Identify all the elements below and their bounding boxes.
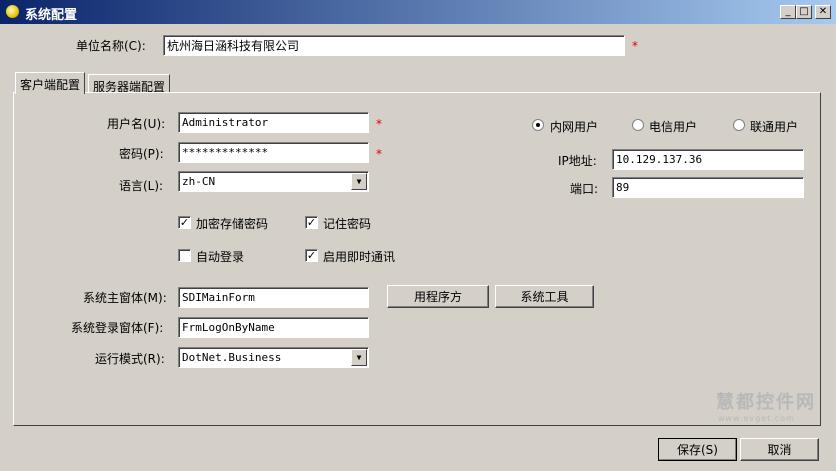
username-input[interactable] <box>178 112 369 133</box>
radio-telecom-label: 电信用户 <box>649 120 698 134</box>
system-config-dialog: 系统配置 _ □ ✕ 单位名称(C): * 客户端配置 服务器端配置 用户名(U… <box>0 0 836 471</box>
password-label: 密码(P): <box>119 147 164 161</box>
company-label: 单位名称(C): <box>76 39 146 53</box>
app-prescription-button[interactable]: 用程序方 <box>387 285 489 308</box>
ip-label: IP地址: <box>558 154 597 168</box>
instant-messaging-checkbox[interactable]: ✓ <box>305 249 318 262</box>
encrypt-password-checkbox[interactable]: ✓ <box>178 216 191 229</box>
close-button[interactable]: ✕ <box>815 5 831 19</box>
username-label: 用户名(U): <box>107 117 166 131</box>
radio-telecom-user[interactable] <box>632 119 644 131</box>
save-button[interactable]: 保存(S) <box>658 438 737 461</box>
watermark-sub: www.evget.com <box>718 414 795 423</box>
password-input[interactable] <box>178 142 369 163</box>
remember-password-label: 记住密码 <box>323 217 372 231</box>
main-form-input[interactable] <box>178 287 369 308</box>
language-label: 语言(L): <box>119 179 164 193</box>
port-input[interactable] <box>612 177 804 198</box>
radio-unicom-label: 联通用户 <box>750 120 799 134</box>
language-value: zh-CN <box>182 175 216 188</box>
client-config-panel: 用户名(U): * 密码(P): * 语言(L): zh-CN ▼ ✓ 加密存储… <box>13 92 821 426</box>
window-title: 系统配置 <box>25 8 78 23</box>
radio-intranet-label: 内网用户 <box>550 120 599 134</box>
instant-messaging-label: 启用即时通讯 <box>323 250 396 264</box>
run-mode-select[interactable]: DotNet.Business ▼ <box>178 347 369 368</box>
main-form-label: 系统主窗体(M): <box>83 291 167 305</box>
auto-login-checkbox[interactable] <box>178 249 191 262</box>
watermark-main: 慧都控件网 <box>716 392 816 413</box>
minimize-button[interactable]: _ <box>780 5 796 19</box>
run-mode-value: DotNet.Business <box>182 351 282 364</box>
ip-address-input[interactable] <box>612 149 804 170</box>
company-required-mark: * <box>632 39 638 53</box>
radio-intranet-user[interactable] <box>532 119 544 131</box>
tab-server-config[interactable]: 服务器端配置 <box>88 74 171 94</box>
login-form-input[interactable] <box>178 317 369 338</box>
app-icon <box>6 5 19 18</box>
auto-login-label: 自动登录 <box>196 250 245 264</box>
chevron-down-icon[interactable]: ▼ <box>351 349 367 366</box>
password-required-mark: * <box>376 147 382 161</box>
language-select[interactable]: zh-CN ▼ <box>178 171 369 192</box>
login-form-label: 系统登录窗体(F): <box>71 321 164 335</box>
tab-client-config[interactable]: 客户端配置 <box>15 72 86 94</box>
watermark: 慧都控件网 www.evget.com <box>716 388 816 423</box>
maximize-button[interactable]: □ <box>796 5 812 19</box>
run-mode-label: 运行模式(R): <box>95 352 165 366</box>
cancel-button[interactable]: 取消 <box>740 438 819 461</box>
username-required-mark: * <box>376 117 382 131</box>
title-bar[interactable]: 系统配置 _ □ ✕ <box>0 0 836 24</box>
remember-password-checkbox[interactable]: ✓ <box>305 216 318 229</box>
chevron-down-icon[interactable]: ▼ <box>351 173 367 190</box>
encrypt-password-label: 加密存储密码 <box>196 217 269 231</box>
radio-unicom-user[interactable] <box>733 119 745 131</box>
system-tools-button[interactable]: 系统工具 <box>495 285 594 308</box>
company-name-input[interactable] <box>163 35 625 56</box>
port-label: 端口: <box>570 182 599 196</box>
